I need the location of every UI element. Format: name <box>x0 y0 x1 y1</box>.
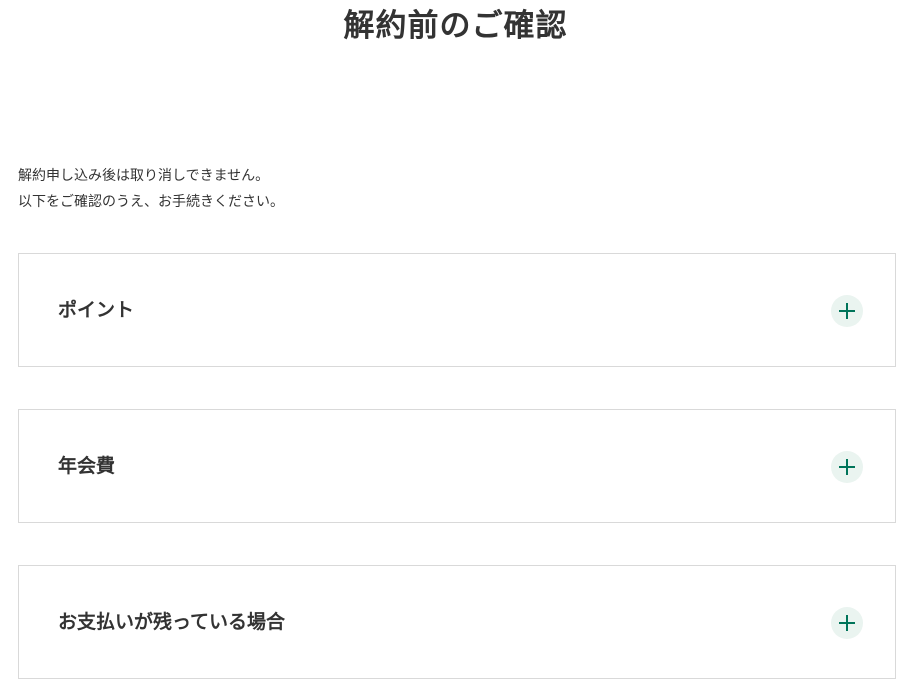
accordion-points-label: ポイント <box>58 299 135 321</box>
accordion-points[interactable]: ポイント <box>18 253 896 367</box>
expand-points-button[interactable] <box>831 295 863 327</box>
plus-icon <box>839 615 855 631</box>
accordion-outstanding-payments[interactable]: お支払いが残っている場合 <box>18 565 896 679</box>
accordion-outstanding-payments-label: お支払いが残っている場合 <box>58 611 286 633</box>
accordion-annual-fee-label: 年会費 <box>58 455 116 477</box>
plus-icon <box>839 303 855 319</box>
cancellation-notice: 解約申し込み後は取り消しできません。 以下をご確認のうえ、お手続きください。 <box>18 163 888 215</box>
expand-outstanding-payments-button[interactable] <box>831 607 863 639</box>
notice-line-2: 以下をご確認のうえ、お手続きください。 <box>18 194 284 210</box>
expand-annual-fee-button[interactable] <box>831 451 863 483</box>
accordion-annual-fee[interactable]: 年会費 <box>18 409 896 523</box>
page-title: 解約前のご確認 <box>343 8 568 44</box>
plus-icon <box>839 459 855 475</box>
notice-line-1: 解約申し込み後は取り消しできません。 <box>18 168 270 184</box>
